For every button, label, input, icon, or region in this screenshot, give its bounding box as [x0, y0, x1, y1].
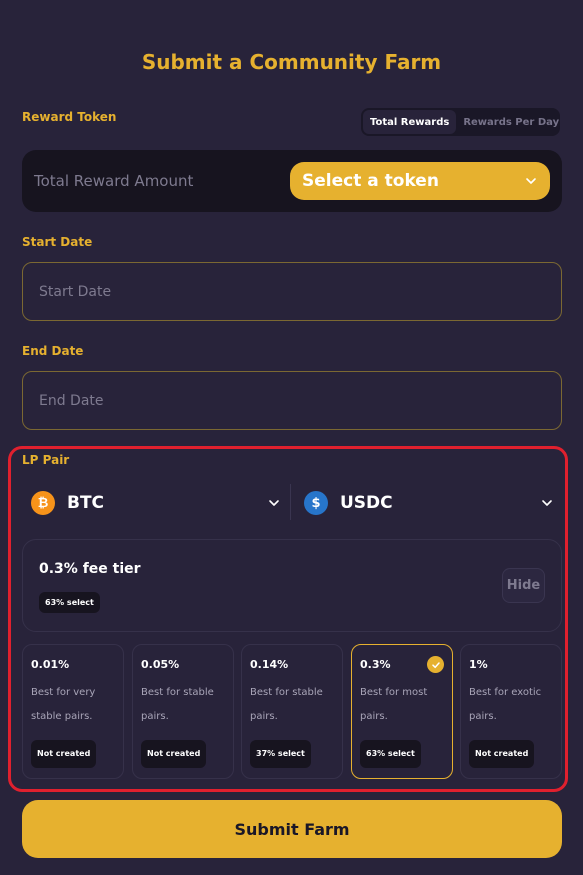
bitcoin-icon: ₿ [31, 491, 55, 515]
token-a-symbol: BTC [67, 493, 105, 513]
fee-tier-percent: 1% [469, 658, 488, 671]
fee-tier-badge: Not created [141, 740, 207, 768]
fee-tier-description: Best for exotic pairs. [469, 687, 542, 722]
checkmark-icon [427, 656, 444, 673]
fee-tier-description: Best for stable pairs. [141, 687, 214, 722]
fee-tier-percent: 0.14% [250, 658, 289, 671]
start-date-input[interactable]: Start Date [22, 262, 562, 321]
tab-rewards-per-day[interactable]: Rewards Per Day [456, 110, 566, 134]
reward-amount-input[interactable]: Total Reward Amount [34, 172, 193, 190]
end-date-label: End Date [22, 344, 84, 358]
fee-tier-percent: 0.3% [360, 658, 391, 671]
chevron-down-icon [542, 500, 552, 506]
usdc-icon: $ [304, 491, 328, 515]
hide-button[interactable]: Hide [502, 568, 545, 603]
end-date-input[interactable]: End Date [22, 371, 562, 430]
page-title: Submit a Community Farm [141, 50, 442, 74]
start-date-label: Start Date [22, 235, 93, 249]
token-b-symbol: USDC [340, 493, 393, 513]
fee-tier-badge: 37% select [250, 740, 311, 768]
fee-tier-percent: 0.01% [31, 658, 70, 671]
chevron-down-icon [526, 178, 536, 184]
fee-tier-summary: 0.3% fee tier 63% select Hide [22, 539, 562, 632]
submit-farm-button[interactable]: Submit Farm [22, 800, 562, 858]
lp-pair-label: LP Pair [22, 453, 70, 467]
fee-tier-title: 0.3% fee tier [39, 561, 141, 577]
reward-token-label: Reward Token [22, 110, 117, 124]
fee-tier-description: Best for very stable pairs. [31, 687, 96, 722]
tab-total-rewards[interactable]: Total Rewards [363, 110, 457, 134]
fee-tier-card[interactable]: 0.01% Best for very stable pairs. Not crea… [22, 644, 124, 779]
token-b-select[interactable]: $ USDC [304, 483, 554, 523]
select-token-button[interactable]: Select a token [290, 162, 550, 200]
fee-tier-description: Best for most pairs. [360, 687, 428, 722]
reward-mode-toggle: Total Rewards Rewards Per Day [361, 108, 560, 136]
fee-tier-percent: 0.05% [141, 658, 180, 671]
fee-tier-badge: 63% select [39, 592, 100, 613]
pair-divider [290, 484, 291, 520]
fee-tier-description: Best for stable pairs. [250, 687, 323, 722]
fee-tier-card[interactable]: 1% Best for exotic pairs. Not created [460, 644, 562, 779]
fee-tier-badge: Not created [31, 740, 97, 768]
fee-tier-card[interactable]: 0.05% Best for stable pairs. Not created [132, 644, 234, 779]
fee-tier-badge: Not created [469, 740, 535, 768]
select-token-label: Select a token [302, 171, 439, 191]
fee-tier-card[interactable]: 0.14% Best for stable pairs. 37% select [241, 644, 343, 779]
fee-tier-badge: 63% select [360, 740, 421, 768]
fee-tier-card[interactable]: 0.3% Best for most pairs. 63% select [351, 644, 453, 779]
token-a-select[interactable]: ₿ BTC [31, 483, 281, 523]
reward-amount-box: Total Reward Amount Select a token [22, 150, 562, 212]
chevron-down-icon [269, 500, 279, 506]
